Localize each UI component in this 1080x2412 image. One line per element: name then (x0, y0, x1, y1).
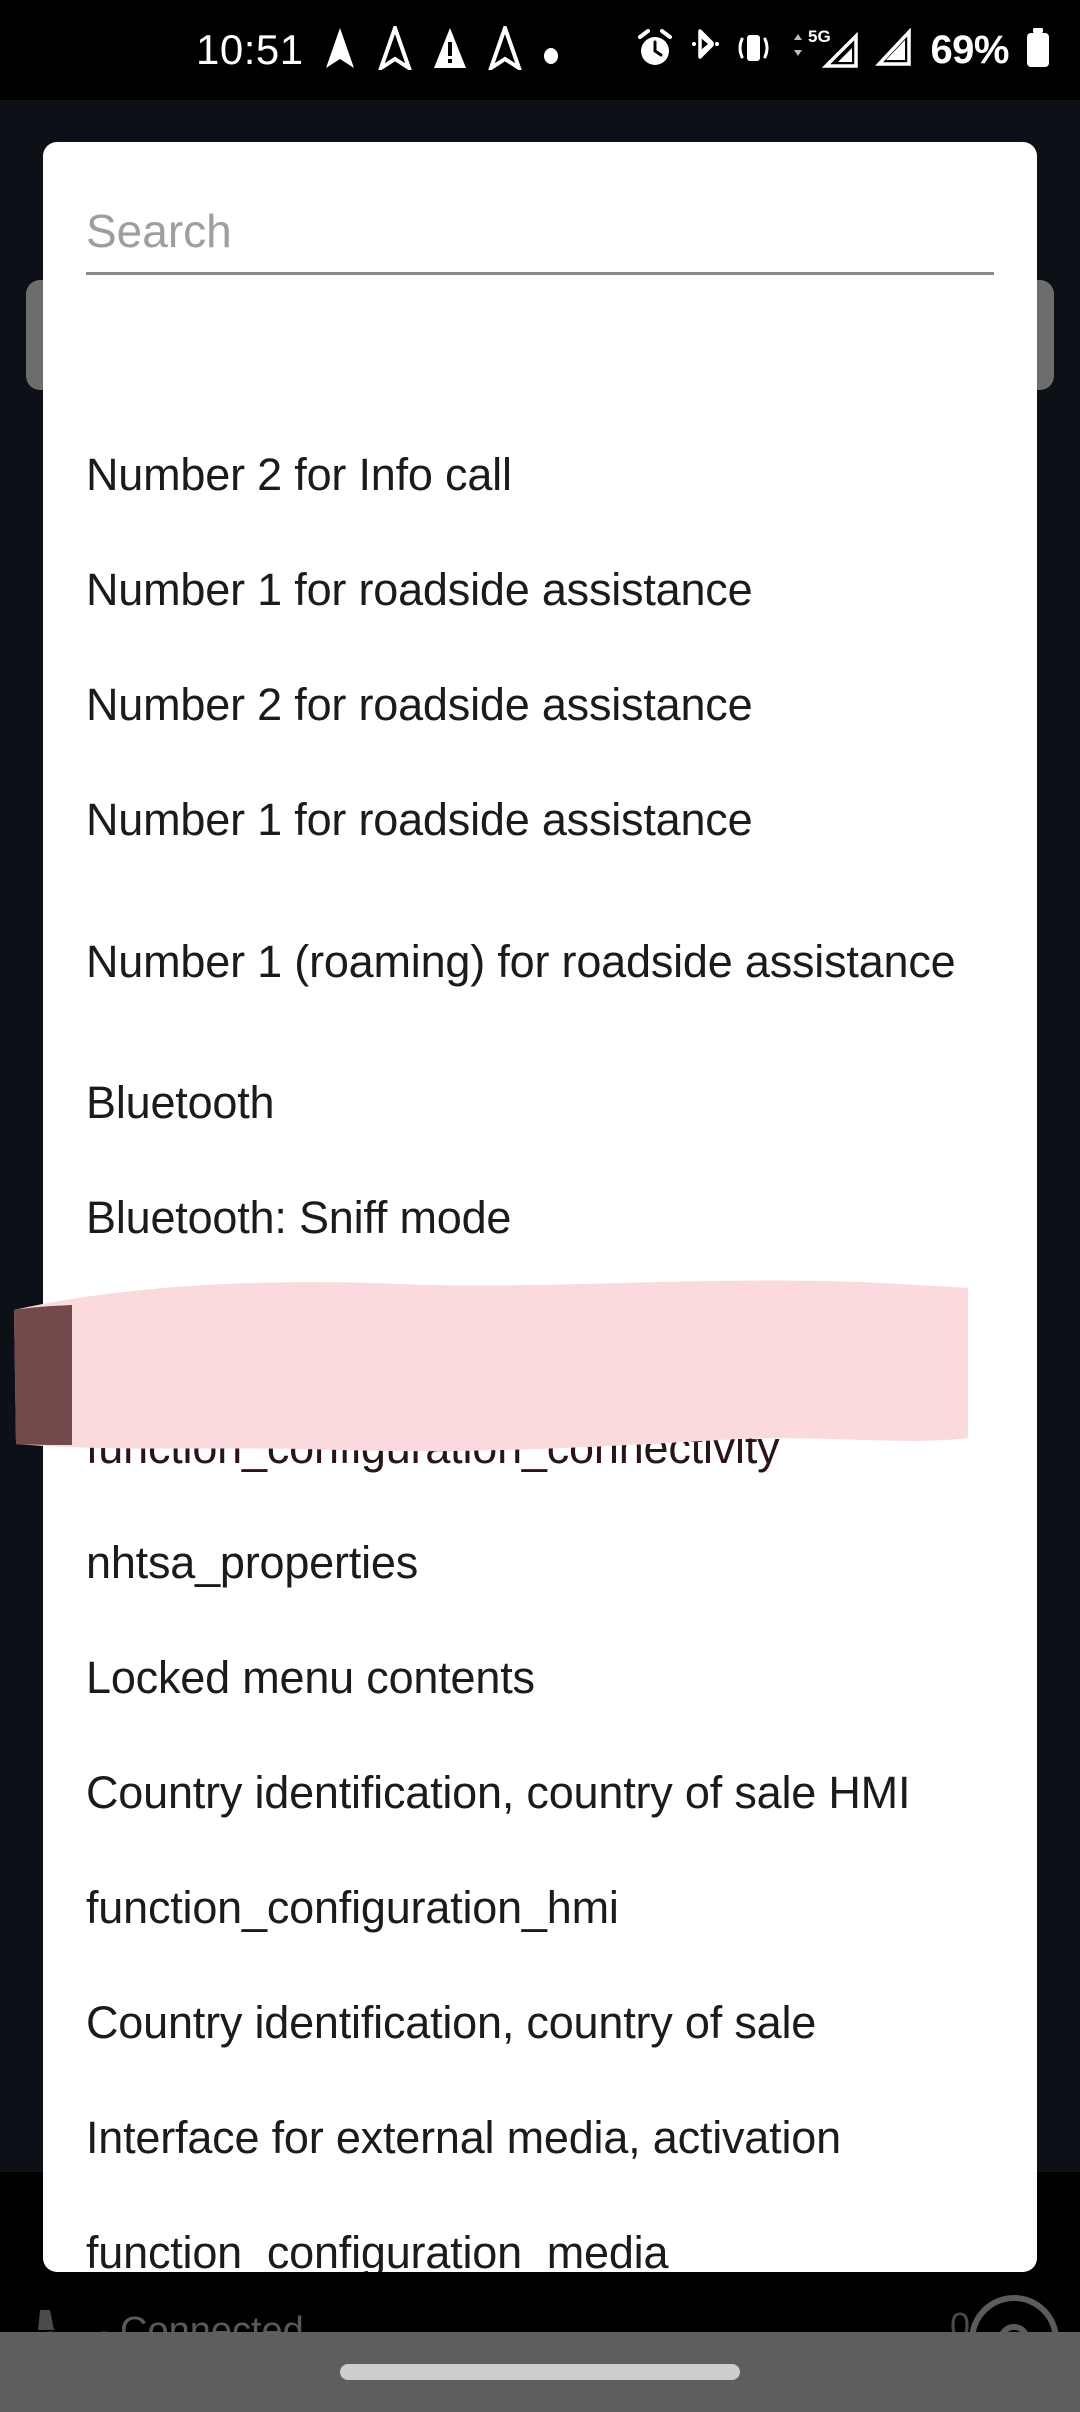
clock-label: 10:51 (196, 26, 304, 73)
navigation-arrow-icon (321, 26, 359, 75)
search-picker-dialog: Number 2 for Info call Number 1 for roads… (43, 142, 1037, 2272)
list-item-label: Number 2 for roadside assistance (86, 679, 753, 731)
list-item-label: Country identification, country of sale (86, 1997, 817, 2049)
list-item-label: Number 1 for roadside assistance (86, 794, 753, 846)
list-item[interactable]: Interface for external media, activation (43, 2081, 1037, 2196)
warning-triangle-icon (431, 26, 469, 75)
navigation-outline-2-icon (486, 21, 524, 75)
signal-5g-icon: 5G (786, 26, 860, 75)
list-item[interactable]: function_configuration_hmi (43, 1851, 1037, 1966)
list-item[interactable]: function_configuration_media (43, 2196, 1037, 2272)
list-item[interactable]: nhtsa_properties (43, 1506, 1037, 1621)
options-list[interactable]: Number 2 for Info call Number 1 for roads… (43, 418, 1037, 2272)
list-item[interactable]: Number 1 for roadside assistance (43, 763, 1037, 878)
alarm-clock-icon (635, 27, 675, 74)
dot-icon (541, 26, 561, 75)
system-navigation-bar (0, 2332, 1080, 2412)
list-item[interactable]: WLAN (43, 1276, 1037, 1391)
list-item[interactable]: Number 2 for roadside assistance (43, 648, 1037, 763)
status-bar-left-group: 10:51 (196, 21, 561, 75)
list-item-label: Number 2 for Info call (86, 449, 512, 501)
battery-percent-label: 69% (930, 28, 1009, 72)
list-item[interactable]: Bluetooth (43, 1046, 1037, 1161)
list-item-label: Number 1 for roadside assistance (86, 564, 753, 616)
list-item-label: function_configuration_connectivity (86, 1422, 780, 1474)
list-item-label: Number 1 (roaming) for roadside assistan… (86, 935, 956, 987)
list-item-label: Bluetooth (86, 1077, 275, 1129)
list-item[interactable]: Country identification, country of sale … (43, 1736, 1037, 1851)
list-item-label: Bluetooth: Sniff mode (86, 1192, 512, 1244)
list-item[interactable]: Number 1 for roadside assistance (43, 533, 1037, 648)
signal-bars-icon (875, 26, 915, 75)
status-bar: 10:51 5G 69% (0, 0, 1080, 100)
list-item[interactable]: Number 1 (roaming) for roadside assistan… (43, 878, 1037, 1046)
list-item-label: Locked menu contents (86, 1652, 535, 1704)
list-item[interactable]: Bluetooth: Sniff mode (43, 1161, 1037, 1276)
navigation-outline-icon (376, 21, 414, 75)
phone-screen: Connected 0 10:51 5G 69% Search Number 2… (0, 0, 1080, 2412)
svg-text:5G: 5G (808, 27, 831, 46)
search-underline (86, 272, 994, 275)
list-item[interactable]: Locked menu contents (43, 1621, 1037, 1736)
list-item[interactable]: Number 2 for Info call (43, 418, 1037, 533)
battery-icon (1024, 26, 1052, 75)
list-item[interactable]: function_configuration_connectivity (43, 1391, 1037, 1506)
list-item-label: function_configuration_media (86, 2227, 669, 2272)
bluetooth-icon (690, 27, 720, 74)
home-gesture-pill[interactable] (340, 2364, 740, 2380)
search-input[interactable] (86, 204, 994, 272)
list-item-label: Country identification, country of sale … (86, 1767, 911, 1819)
vibrate-icon (735, 27, 771, 74)
list-item-label: WLAN (86, 1307, 216, 1359)
list-item-label: function_configuration_hmi (86, 1882, 619, 1934)
list-item-label: nhtsa_properties (86, 1537, 419, 1589)
list-item-label: Interface for external media, activation (86, 2112, 841, 2164)
search-field-container (86, 142, 994, 275)
list-item[interactable]: Country identification, country of sale (43, 1966, 1037, 2081)
status-bar-right-group: 5G 69% (635, 26, 1052, 75)
